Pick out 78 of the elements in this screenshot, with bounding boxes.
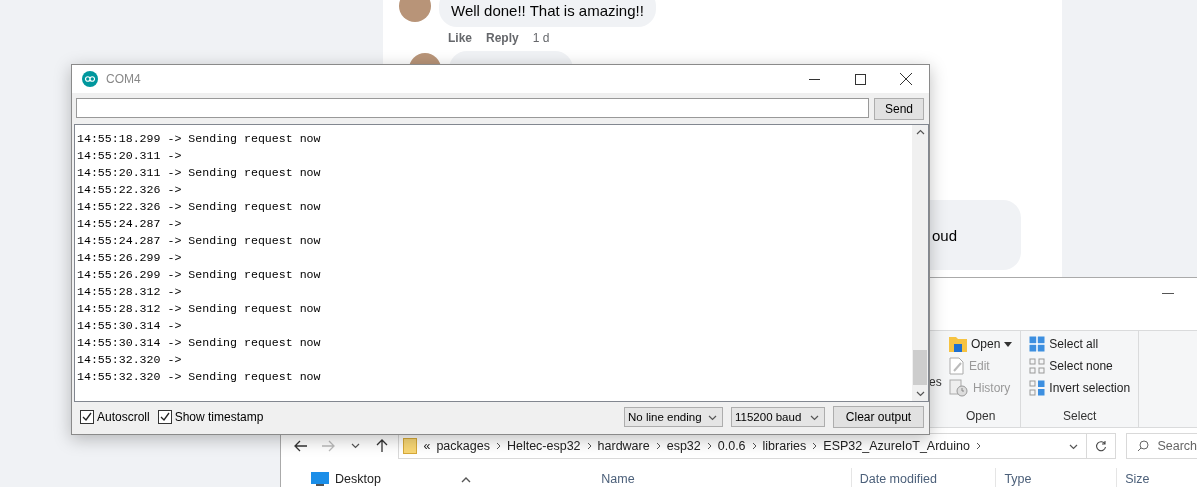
- invert-selection-icon: [1029, 380, 1046, 396]
- column-header[interactable]: Date modified: [851, 468, 997, 487]
- document-icon: [949, 357, 965, 375]
- output-line: 14:55:30.314 ->: [77, 318, 183, 334]
- clear-output-button[interactable]: Clear output: [833, 406, 924, 428]
- send-button[interactable]: Send: [873, 98, 924, 120]
- overflow-icon[interactable]: «: [423, 439, 431, 453]
- scroll-up-icon[interactable]: [915, 129, 925, 135]
- ribbon-button[interactable]: Select none: [1029, 357, 1131, 375]
- checkbox[interactable]: Show timestamp: [157, 410, 264, 424]
- ribbon-button[interactable]: Open: [949, 335, 1013, 353]
- chevron-icon: [810, 415, 819, 421]
- column-header[interactable]: Name: [593, 468, 852, 487]
- output-line: 14:55:20.311 ->: [77, 148, 183, 164]
- chevron-right-icon: [706, 442, 712, 450]
- comment-text: Well done!! That is amazing!!: [439, 0, 656, 27]
- chevron-right-icon: [586, 442, 592, 450]
- chevron-icon: [708, 415, 717, 421]
- breadcrumb[interactable]: libraries: [762, 439, 807, 453]
- output-line: 14:55:32.320 ->: [77, 352, 183, 368]
- column-header[interactable]: Size: [1117, 468, 1197, 487]
- baud-rate-dropdown[interactable]: 115200 baud: [731, 407, 825, 427]
- output-line: 14:55:24.287 -> Sending request now: [77, 233, 322, 249]
- output-line: 14:55:26.299 -> Sending request now: [77, 267, 322, 283]
- ribbon-group-label: Select: [1062, 409, 1098, 425]
- breadcrumb[interactable]: Heltec-esp32: [506, 439, 581, 453]
- output-line: 14:55:22.326 ->: [77, 182, 183, 198]
- check-icon: [159, 412, 170, 422]
- search-icon: [1137, 440, 1150, 452]
- chevron-right-icon: [975, 442, 981, 450]
- clock-document-icon: [949, 379, 969, 397]
- output-line: 14:55:28.312 ->: [77, 284, 183, 300]
- scrollbar-thumb[interactable]: [913, 350, 927, 385]
- breadcrumb[interactable]: esp32: [666, 439, 701, 453]
- window-title: COM4: [106, 72, 141, 86]
- chevron-right-icon: [812, 442, 818, 450]
- ribbon-label: es: [929, 374, 941, 391]
- comment-action-link[interactable]: Like: [448, 31, 472, 45]
- nav-item[interactable]: Desktop: [335, 472, 381, 486]
- desktop-icon: [311, 472, 329, 486]
- scroll-down-icon[interactable]: [915, 391, 925, 397]
- ribbon-button[interactable]: Select all: [1029, 335, 1131, 353]
- output-line: 14:55:20.311 -> Sending request now: [77, 165, 322, 181]
- output-line: 14:55:24.287 ->: [77, 216, 183, 232]
- refresh-icon[interactable]: [1085, 433, 1117, 459]
- comment-text: oud: [932, 226, 958, 244]
- chevron-icon: [1068, 444, 1078, 450]
- output-line: 14:55:28.312 -> Sending request now: [77, 301, 322, 317]
- check-icon: [82, 412, 92, 422]
- column-header[interactable]: Type: [996, 468, 1118, 487]
- chevron-right-icon: [655, 442, 661, 450]
- output-line: 14:55:30.314 -> Sending request now: [77, 335, 322, 351]
- input-field[interactable]: [76, 98, 869, 118]
- ribbon-group-label: Open: [965, 409, 997, 425]
- select-all-icon: [1029, 336, 1046, 352]
- checkbox[interactable]: Autoscroll: [80, 410, 150, 424]
- output-line: 14:55:18.299 -> Sending request now: [77, 131, 322, 147]
- scrollbar[interactable]: [912, 125, 928, 401]
- breadcrumb[interactable]: hardware: [597, 439, 650, 453]
- breadcrumb[interactable]: 0.0.6: [717, 439, 746, 453]
- infinity-logo-icon: [82, 71, 98, 87]
- comment-action-link[interactable]: Reply: [486, 31, 519, 45]
- dropdown-caret-icon: [1004, 341, 1013, 347]
- chevron-right-icon: [495, 442, 501, 450]
- folder-icon: [403, 438, 418, 454]
- search-field[interactable]: Search: [1126, 433, 1197, 459]
- folder-icon: [949, 336, 967, 352]
- output-line: 14:55:22.326 -> Sending request now: [77, 199, 322, 215]
- ribbon-button[interactable]: Invert selection: [1029, 379, 1131, 397]
- breadcrumb[interactable]: packages: [436, 439, 490, 453]
- output-line: 14:55:32.320 -> Sending request now: [77, 369, 322, 385]
- breadcrumb[interactable]: ESP32_AzureIoT_Arduino: [823, 439, 970, 453]
- select-none-icon: [1029, 358, 1046, 374]
- comment-time: 1 d: [532, 31, 550, 45]
- chevron-icon: [350, 443, 360, 449]
- chevron-right-icon: [751, 442, 757, 450]
- output-line: 14:55:26.299 ->: [77, 250, 183, 266]
- line-ending-dropdown[interactable]: No line ending: [624, 407, 723, 427]
